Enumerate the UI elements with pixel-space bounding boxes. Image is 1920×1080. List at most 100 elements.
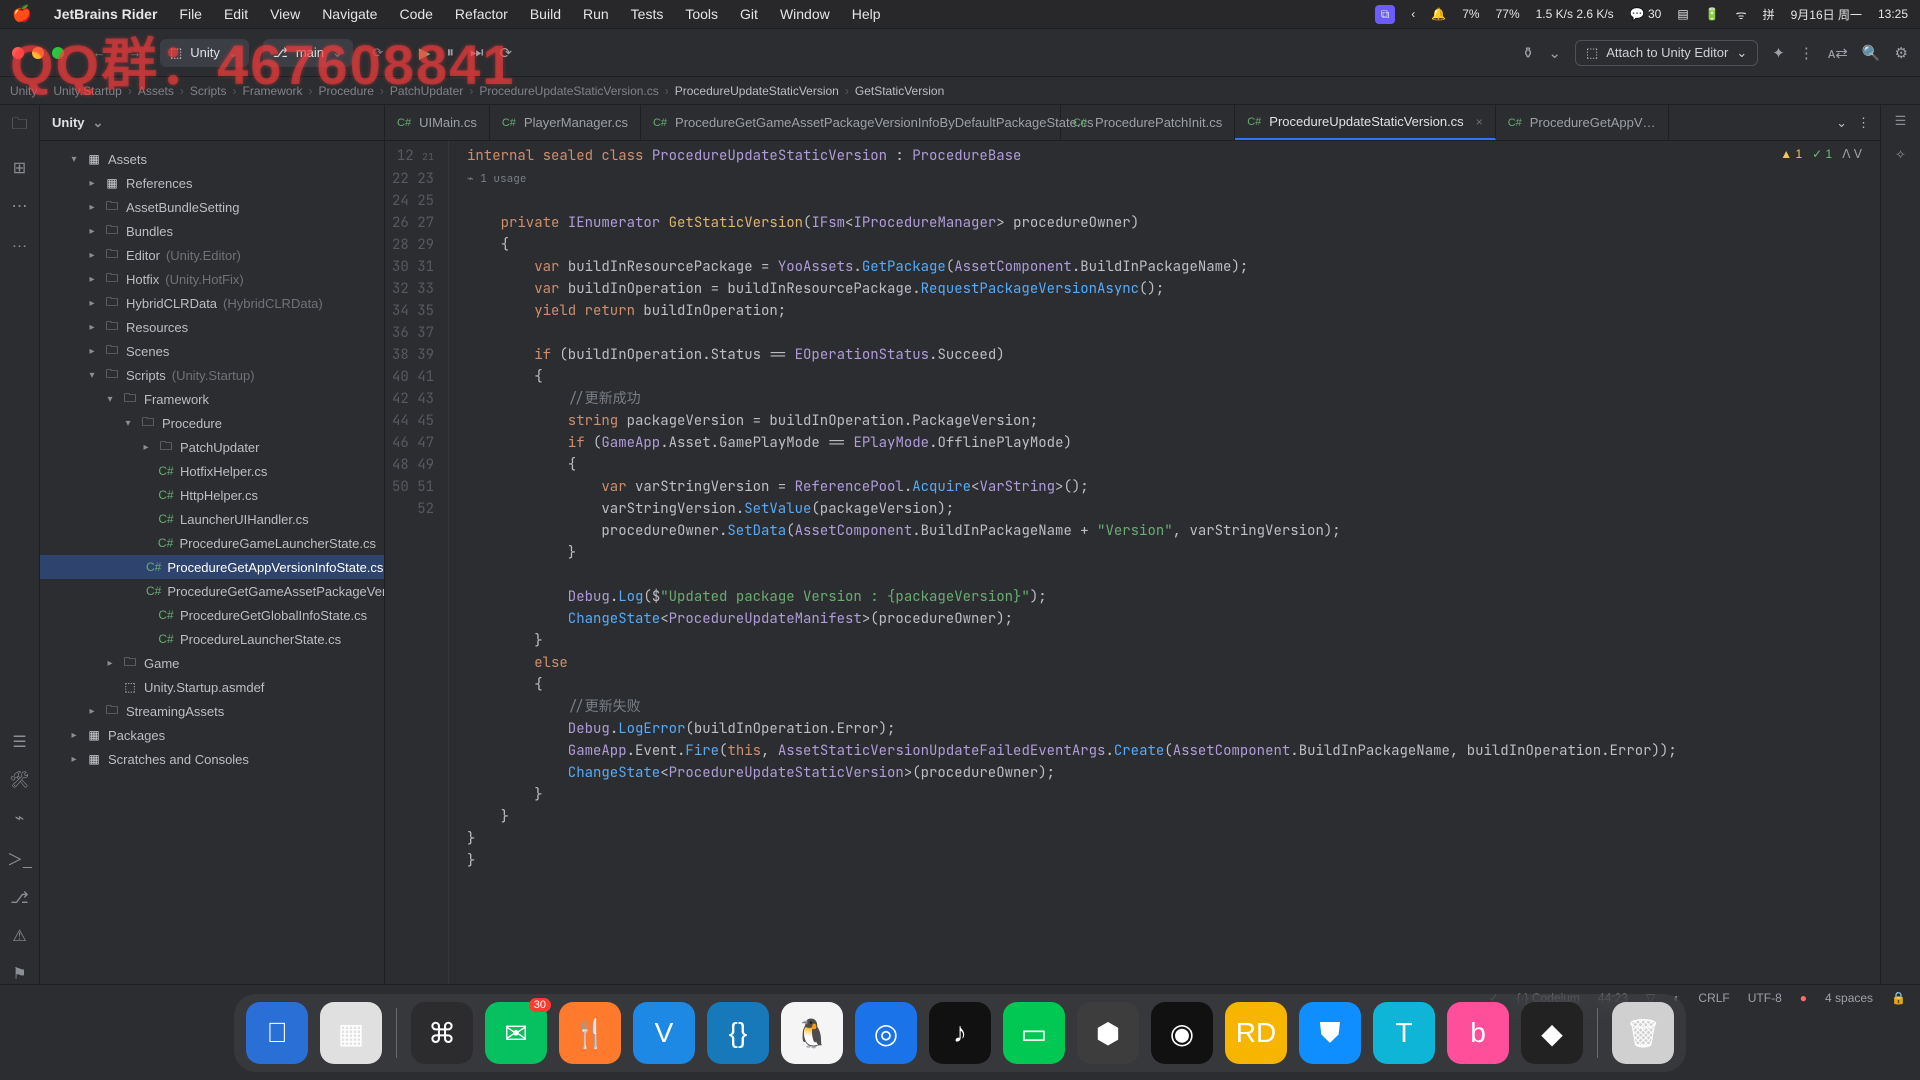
status-prev-icon[interactable]: ‹ (1411, 7, 1415, 21)
editor-tab[interactable]: C#ProcedurePatchInit.cs (1061, 105, 1235, 140)
problems-warn[interactable]: ▲ 1 (1780, 147, 1802, 161)
tree-node[interactable]: C#HttpHelper.cs (40, 483, 384, 507)
tree-node[interactable]: ▸▦References (40, 171, 384, 195)
breadcrumb-item[interactable]: Unity (10, 84, 37, 98)
tree-node[interactable]: ▸🗀Editor (Unity.Editor) (40, 243, 384, 267)
app-menu[interactable]: JetBrains Rider (54, 6, 157, 22)
vcs-update-button[interactable]: ⟳ (367, 42, 389, 64)
dock-app[interactable]: ▦ (320, 1002, 382, 1064)
dock-app[interactable]: 🐧 (781, 1002, 843, 1064)
ai-icon[interactable]: ✧ (1895, 147, 1906, 163)
build-icon[interactable]: 🛠 (9, 770, 29, 790)
dock-app[interactable]: ◆ (1521, 1002, 1583, 1064)
tab-dropdown-icon[interactable]: ⌄ (1836, 115, 1847, 131)
services-icon[interactable]: ⚑ (12, 964, 26, 984)
menu-item[interactable]: Tools (685, 6, 718, 22)
git-icon[interactable]: ⎇ (10, 888, 28, 908)
editor-tab[interactable]: C#ProcedureUpdateStaticVersion.cs× (1235, 105, 1495, 140)
menu-item[interactable]: Refactor (455, 6, 508, 22)
breadcrumb-item[interactable]: GetStaticVersion (855, 84, 944, 98)
status-screen-record-icon[interactable]: ⧉ (1375, 5, 1396, 24)
problems-ok[interactable]: ✓ 1 (1812, 147, 1832, 161)
dock-app[interactable]: ✉30 (485, 1002, 547, 1064)
dock-app[interactable]: ◉ (1151, 1002, 1213, 1064)
tree-node[interactable]: ▸🗀Game (40, 651, 384, 675)
macos-dock[interactable]: 􀈷▦⌘✉30🍴V{}🐧◎♪▭⬢◉RD⛊Tb◆🗑 (234, 994, 1686, 1072)
dock-app[interactable]: ⬢ (1077, 1002, 1139, 1064)
tree-node[interactable]: C#ProcedureGameLauncherState.cs (40, 531, 384, 555)
chevron-down-icon[interactable]: ⌄ (1548, 44, 1561, 62)
more-icon[interactable]: ⋮ (1799, 44, 1814, 62)
tree-node[interactable]: C#ProcedureGetAppVersionInfoState.cs (40, 555, 384, 579)
tree-node[interactable]: C#ProcedureGetGameAssetPackageVersi (40, 579, 384, 603)
window-minimize-icon[interactable] (32, 47, 44, 59)
tree-node[interactable]: C#LauncherUIHandler.cs (40, 507, 384, 531)
editor-tab[interactable]: C#ProcedureGetAppV… (1496, 105, 1669, 140)
status-line-sep[interactable]: CRLF (1698, 991, 1729, 1005)
bookmark-icon[interactable]: ☰ (12, 732, 26, 752)
structure-tool-icon[interactable]: ⋯ (12, 196, 28, 216)
breadcrumb-item[interactable]: Procedure (319, 84, 374, 98)
tree-node[interactable]: ▾🗀Procedure (40, 411, 384, 435)
dock-app[interactable]: ⌘ (411, 1002, 473, 1064)
status-tray-icon[interactable]: ▤ (1677, 7, 1688, 21)
tab-more-icon[interactable]: ⋮ (1857, 115, 1870, 131)
settings-icon[interactable]: ⚙ (1895, 44, 1908, 62)
dock-app[interactable]: RD (1225, 1002, 1287, 1064)
step-button[interactable]: ⏭ (470, 44, 484, 61)
tree-node[interactable]: ▸🗀PatchUpdater (40, 435, 384, 459)
dock-app[interactable]: V (633, 1002, 695, 1064)
dock-app[interactable]: ♪ (929, 1002, 991, 1064)
breadcrumb-item[interactable]: ProcedureUpdateStaticVersion (675, 84, 839, 98)
window-controls[interactable] (12, 47, 64, 59)
dock-app[interactable]: ◎ (855, 1002, 917, 1064)
chevron-down-icon[interactable]: ⌄ (93, 115, 104, 131)
tree-node[interactable]: ▸▦Scratches and Consoles (40, 747, 384, 771)
filter-icon[interactable]: ⚱ (1522, 44, 1535, 62)
tab-close-icon[interactable]: × (1476, 115, 1483, 129)
tree-node[interactable]: C#HotfixHelper.cs (40, 459, 384, 483)
tree-node[interactable]: ▸🗀Hotfix (Unity.HotFix) (40, 267, 384, 291)
dock-app[interactable]: 🍴 (559, 1002, 621, 1064)
status-encoding[interactable]: UTF-8 (1748, 991, 1782, 1005)
tree-node[interactable]: ⬚Unity.Startup.asmdef (40, 675, 384, 699)
status-lock-icon[interactable]: 🔒 (1891, 991, 1906, 1005)
project-picker[interactable]: ⬚ Unity ⌄ (160, 39, 249, 67)
dock-app[interactable]: {} (707, 1002, 769, 1064)
menu-item[interactable]: Help (852, 6, 881, 22)
commit-tool-icon[interactable]: ⊞ (13, 158, 26, 178)
nav-forward-button[interactable]: → (124, 42, 146, 64)
editor-tab[interactable]: C#PlayerManager.cs (490, 105, 641, 140)
status-bell-icon[interactable]: 🔔 (1431, 7, 1446, 21)
breadcrumb-item[interactable]: PatchUpdater (390, 84, 463, 98)
tree-node[interactable]: ▸🗀HybridCLRData (HybridCLRData) (40, 291, 384, 315)
menu-item[interactable]: File (179, 6, 202, 22)
breadcrumb-item[interactable]: Framework (243, 84, 303, 98)
tree-node[interactable]: ▸🗀Bundles (40, 219, 384, 243)
tree-node[interactable]: ▾▦Assets (40, 147, 384, 171)
editor-tab[interactable]: C#UIMain.cs (385, 105, 490, 140)
status-error-icon[interactable]: ● (1800, 991, 1807, 1005)
tree-node[interactable]: ▸🗀Resources (40, 315, 384, 339)
breadcrumb-item[interactable]: ProcedureUpdateStaticVersion.cs (479, 84, 658, 98)
status-indent[interactable]: 4 spaces (1825, 991, 1873, 1005)
apple-menu[interactable]: 🍎 (12, 4, 32, 24)
pause-button[interactable]: ⏸ (446, 44, 454, 61)
run-config-picker[interactable]: ⬚ Attach to Unity Editor ⌄ (1575, 40, 1758, 66)
dock-app[interactable]: T (1373, 1002, 1435, 1064)
tree-node[interactable]: ▸🗀AssetBundleSetting (40, 195, 384, 219)
status-input-icon[interactable]: 拼 (1763, 6, 1775, 23)
dock-app[interactable]: ⛊ (1299, 1002, 1361, 1064)
editor-tab[interactable]: C#ProcedureGetGameAssetPackageVersionInf… (641, 105, 1061, 140)
status-battery-icon[interactable]: 🔋 (1705, 7, 1720, 21)
window-close-icon[interactable] (12, 47, 24, 59)
git-branch-picker[interactable]: ⎇ main ⌄ (263, 39, 353, 67)
menu-item[interactable]: View (270, 6, 300, 22)
notifications-icon[interactable]: ☰ (1895, 113, 1907, 129)
dock-app[interactable]: b (1447, 1002, 1509, 1064)
tree-node[interactable]: ▾🗀Framework (40, 387, 384, 411)
menu-item[interactable]: Run (583, 6, 609, 22)
status-wifi-icon[interactable]: ᯤ (1736, 6, 1747, 23)
problems-icon[interactable]: ⚠ (12, 926, 26, 946)
debug-icon[interactable]: ⌁ (15, 808, 25, 828)
